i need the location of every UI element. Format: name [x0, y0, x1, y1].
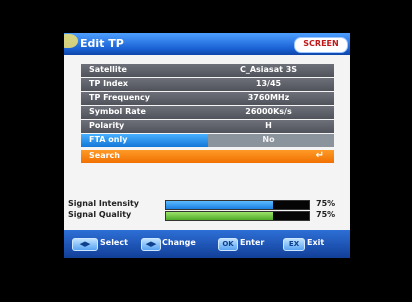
exit-hint: Exit: [307, 238, 325, 247]
signal-quality-fill: [166, 212, 274, 220]
search-row[interactable]: Search ↵: [81, 150, 334, 163]
fta-only-value: No: [262, 135, 275, 144]
brand-badge-text: SCREEN: [303, 39, 339, 48]
signal-quality-percent: 75%: [316, 210, 336, 219]
change-key-icon: ◀▶: [141, 238, 161, 251]
fta-only-label: FTA only: [89, 135, 128, 144]
footer-hint-bar: ◀▶ Select ◀▶ Change OK Enter EX Exit: [64, 230, 350, 258]
exit-key-icon: EX: [283, 238, 305, 251]
satellite-row[interactable]: Satellite C_Asiasat 3S: [81, 64, 334, 77]
tp-index-row[interactable]: TP Index 13/45: [81, 78, 334, 91]
symbol-rate-row[interactable]: Symbol Rate 26000Ks/s: [81, 106, 334, 119]
tp-frequency-row[interactable]: TP Frequency 3760MHz: [81, 92, 334, 105]
select-hint: Select: [100, 238, 128, 247]
change-hint: Change: [162, 238, 196, 247]
tp-index-label: TP Index: [89, 79, 129, 88]
title-glow-icon: [64, 34, 78, 48]
signal-quality-label: Signal Quality: [68, 210, 132, 219]
signal-intensity-fill: [166, 201, 274, 209]
satellite-value: C_Asiasat 3S: [239, 65, 298, 74]
edit-tp-screen: Edit TP SCREEN Satellite C_Asiasat 3S TP…: [64, 33, 350, 258]
tp-index-value: 13/45: [255, 79, 282, 88]
page-title: Edit TP: [80, 37, 124, 50]
signal-quality-bar: [165, 211, 310, 221]
satellite-label: Satellite: [89, 65, 127, 74]
signal-intensity-percent: 75%: [316, 199, 336, 208]
polarity-value: H: [265, 121, 272, 130]
symbol-rate-label: Symbol Rate: [89, 107, 146, 116]
select-key-icon: ◀▶: [72, 238, 98, 251]
enter-arrow-icon: ↵: [315, 150, 324, 161]
search-label: Search: [89, 151, 120, 160]
signal-intensity-bar: [165, 200, 310, 210]
brand-badge: SCREEN: [294, 37, 348, 53]
title-bar: Edit TP SCREEN: [64, 33, 350, 55]
enter-key-icon: OK: [218, 238, 238, 251]
fta-only-row[interactable]: FTA only No: [81, 134, 334, 147]
tp-frequency-value: 3760MHz: [247, 93, 290, 102]
signal-intensity-label: Signal Intensity: [68, 199, 140, 208]
enter-hint: Enter: [240, 238, 265, 247]
tp-frequency-label: TP Frequency: [89, 93, 150, 102]
polarity-row[interactable]: Polarity H: [81, 120, 334, 133]
polarity-label: Polarity: [89, 121, 125, 130]
symbol-rate-value: 26000Ks/s: [245, 107, 292, 116]
